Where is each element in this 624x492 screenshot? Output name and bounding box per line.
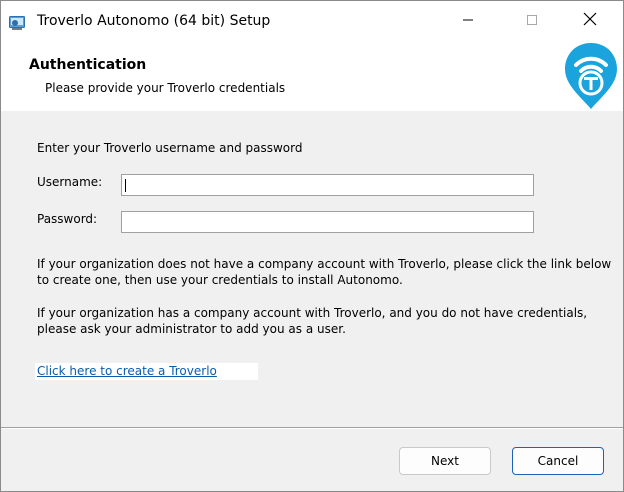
- header-panel: Authentication Please provide your Trove…: [1, 39, 623, 111]
- info-paragraph-2-line-1: If your organization has a company accou…: [37, 306, 588, 320]
- info-paragraph-2-line-2: please ask your administrator to add you…: [37, 322, 346, 336]
- close-button[interactable]: [567, 1, 613, 39]
- maximize-icon: [526, 11, 538, 30]
- minimize-icon: [462, 11, 474, 30]
- form-intro: Enter your Troverlo username and passwor…: [37, 141, 303, 155]
- info-paragraph-1-line-1: If your organization does not have a com…: [37, 257, 612, 271]
- cancel-button[interactable]: Cancel: [512, 447, 604, 475]
- info-paragraph-1-line-2: to create one, then use your credentials…: [37, 273, 403, 287]
- setup-window: Troverlo Autonomo (64 bit) Setup Authent…: [0, 0, 624, 492]
- maximize-button[interactable]: [509, 1, 555, 39]
- page-subtitle: Please provide your Troverlo credentials: [45, 81, 286, 95]
- minimize-button[interactable]: [445, 1, 491, 39]
- next-button[interactable]: Next: [399, 447, 491, 475]
- title-bar: Troverlo Autonomo (64 bit) Setup: [1, 1, 623, 39]
- create-account-link[interactable]: Click here to create a Troverlo: [37, 364, 217, 378]
- footer-divider-highlight: [1, 428, 623, 429]
- installer-app-icon: [9, 15, 25, 30]
- username-label: Username:: [37, 175, 103, 189]
- close-icon: [583, 11, 597, 30]
- password-input[interactable]: [121, 211, 534, 233]
- text-cursor: [125, 179, 126, 192]
- troverlo-logo-icon: [563, 41, 619, 111]
- username-input[interactable]: [121, 174, 534, 196]
- window-title: Troverlo Autonomo (64 bit) Setup: [37, 13, 271, 29]
- password-label: Password:: [37, 212, 98, 226]
- page-title: Authentication: [29, 57, 147, 73]
